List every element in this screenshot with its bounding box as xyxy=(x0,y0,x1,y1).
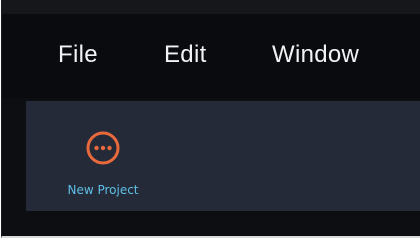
menu-window[interactable]: Window xyxy=(272,41,359,69)
app-window: File Edit Window New Project xyxy=(1,0,420,238)
more-horizontal-circle-icon xyxy=(85,130,121,166)
new-project-button[interactable]: New Project xyxy=(44,127,146,203)
toolbar: New Project xyxy=(26,101,420,211)
menu-file[interactable]: File xyxy=(58,41,98,69)
new-project-label: New Project xyxy=(67,183,139,197)
window-top-strip xyxy=(2,0,420,15)
menu-bar: File Edit Window xyxy=(2,14,420,98)
menu-edit[interactable]: Edit xyxy=(164,41,207,69)
